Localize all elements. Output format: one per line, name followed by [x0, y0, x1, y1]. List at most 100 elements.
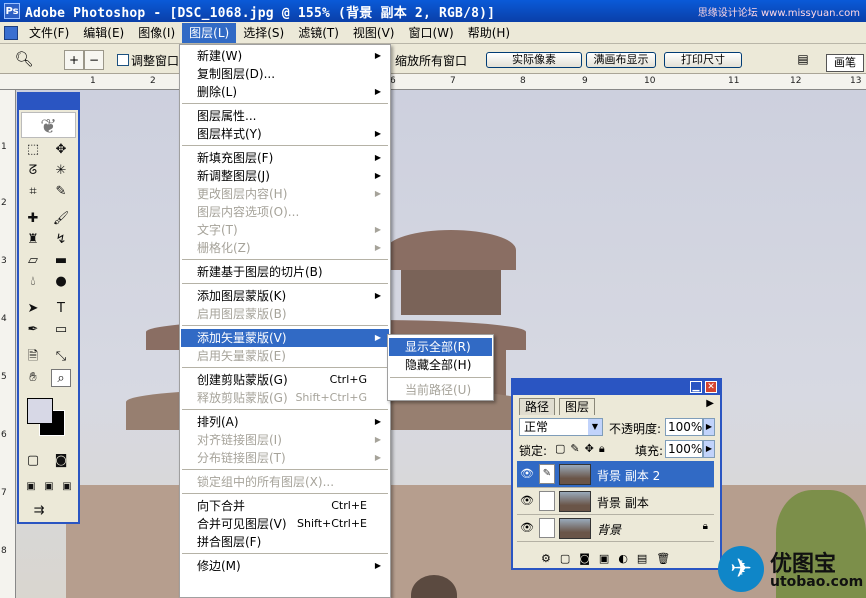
- fit-screen-button[interactable]: 满画布显示: [586, 52, 656, 68]
- eye-icon[interactable]: 👁︎: [520, 494, 534, 508]
- clone-stamp-icon[interactable]: ♜: [23, 231, 43, 249]
- layer-menu-item[interactable]: 释放剪贴蒙版(G) Shift+Ctrl+G: [181, 389, 389, 407]
- marquee-tool-icon[interactable]: ⬚: [23, 141, 43, 159]
- brush-icon[interactable]: ✎: [539, 464, 555, 484]
- layer-menu-item[interactable]: 删除(L) ▶: [181, 83, 389, 101]
- layers-panel-header[interactable]: ▁ ✕: [513, 380, 720, 395]
- resize-windows-checkbox[interactable]: [117, 54, 129, 66]
- dodge-tool-icon[interactable]: ●: [51, 273, 71, 291]
- menu-filter[interactable]: 滤镜(T): [291, 23, 346, 43]
- current-path-item[interactable]: 当前路径(U): [389, 381, 492, 399]
- slice-tool-icon[interactable]: ✎: [51, 183, 71, 201]
- eye-icon[interactable]: 👁︎: [520, 521, 534, 535]
- layer-menu-item[interactable]: 修边(M) ▶: [181, 557, 389, 575]
- standard-mode-icon[interactable]: ▢: [23, 452, 43, 470]
- crop-tool-icon[interactable]: ⌗: [23, 183, 43, 201]
- healing-brush-icon[interactable]: ✚: [23, 210, 43, 228]
- layer-menu-item[interactable]: 新调整图层(J) ▶: [181, 167, 389, 185]
- zoom-in-icon[interactable]: +: [64, 50, 84, 70]
- app-menu-icon[interactable]: [4, 25, 18, 40]
- type-tool-icon[interactable]: T: [51, 300, 71, 318]
- shape-tool-icon[interactable]: ▭: [51, 321, 71, 339]
- layer-menu-item[interactable]: 图层内容选项(O)...: [181, 203, 389, 221]
- layer-menu-item[interactable]: 栅格化(Z) ▶: [181, 239, 389, 257]
- menu-layer[interactable]: 图层(L): [182, 22, 237, 43]
- blur-tool-icon[interactable]: 💧︎: [23, 273, 43, 291]
- opacity-field[interactable]: 100%: [665, 418, 703, 436]
- magic-wand-icon[interactable]: ✳: [51, 162, 71, 180]
- layer-menu-item[interactable]: 排列(A) ▶: [181, 413, 389, 431]
- pen-tool-icon[interactable]: ✒: [23, 321, 43, 339]
- layer-row[interactable]: 👁︎ 背景 副本: [517, 488, 714, 515]
- menu-file[interactable]: 文件(F): [22, 23, 76, 43]
- reveal-all-item[interactable]: 显示全部(R): [389, 338, 492, 356]
- hide-all-item[interactable]: 隐藏全部(H): [389, 356, 492, 374]
- layer-menu-item[interactable]: 添加矢量蒙版(V) ▶: [181, 329, 389, 347]
- eraser-tool-icon[interactable]: ▱: [23, 252, 43, 270]
- path-select-icon[interactable]: ➤: [23, 300, 43, 318]
- layer-menu-item[interactable]: 新建基于图层的切片(B): [181, 263, 389, 281]
- link-slot[interactable]: [539, 491, 555, 511]
- history-brush-icon[interactable]: ↯: [51, 231, 71, 249]
- layer-menu-item[interactable]: 文字(T) ▶: [181, 221, 389, 239]
- actual-pixels-button[interactable]: 实际像素: [486, 52, 582, 68]
- layer-menu-item[interactable]: 拼合图层(F): [181, 533, 389, 551]
- palette-well-icon[interactable]: ▤: [793, 50, 813, 70]
- link-slot[interactable]: [539, 518, 555, 538]
- blend-mode-select[interactable]: 正常 ▼: [519, 418, 603, 436]
- lock-icons[interactable]: ▢✎✥🔒︎: [555, 442, 610, 456]
- notes-tool-icon[interactable]: 🗎︎: [23, 348, 43, 366]
- layer-menu-item[interactable]: 合并可见图层(V) Shift+Ctrl+E: [181, 515, 389, 533]
- layer-menu-item[interactable]: 添加图层蒙版(K) ▶: [181, 287, 389, 305]
- brush-tool-icon[interactable]: 🖌︎: [51, 210, 71, 228]
- layer-menu-item[interactable]: 新填充图层(F) ▶: [181, 149, 389, 167]
- menu-edit[interactable]: 编辑(E): [76, 23, 131, 43]
- tab-paths[interactable]: 路径: [519, 398, 556, 415]
- foreground-color-swatch-top[interactable]: [27, 398, 53, 424]
- tab-layers[interactable]: 图层: [559, 398, 596, 415]
- eyedropper-icon[interactable]: ⤡: [51, 348, 71, 366]
- jump-to-imageready-icon[interactable]: ⇉: [29, 502, 49, 520]
- zoom-out-icon[interactable]: −: [84, 50, 104, 70]
- layer-menu-item[interactable]: 创建剪贴蒙版(G) Ctrl+G: [181, 371, 389, 389]
- eye-icon[interactable]: 👁︎: [520, 467, 534, 481]
- hand-tool-icon[interactable]: ✋︎: [23, 369, 43, 387]
- screen-mode-full-icon[interactable]: ▣: [57, 478, 77, 496]
- menu-view[interactable]: 视图(V): [346, 23, 402, 43]
- layer-row[interactable]: 👁︎ 背景 🔒︎: [517, 515, 714, 542]
- layer-menu-item[interactable]: 对齐链接图层(I) ▶: [181, 431, 389, 449]
- layer-menu-item[interactable]: 图层样式(Y) ▶: [181, 125, 389, 143]
- minimize-icon[interactable]: ▁: [690, 381, 702, 393]
- menu-help[interactable]: 帮助(H): [461, 23, 517, 43]
- lasso-tool-icon[interactable]: ᘔ: [23, 162, 43, 180]
- zoom-tool-selected-icon[interactable]: ⌕: [51, 369, 71, 387]
- layer-menu-item[interactable]: 启用图层蒙版(B): [181, 305, 389, 323]
- gradient-tool-icon[interactable]: ▬: [51, 252, 71, 270]
- layer-menu-item[interactable]: 启用矢量蒙版(E): [181, 347, 389, 365]
- layer-menu-item[interactable]: 分布链接图层(T) ▶: [181, 449, 389, 467]
- opacity-slider-arrow-icon[interactable]: ▶: [703, 418, 715, 436]
- zoom-tool-icon[interactable]: 🔍︎: [14, 50, 34, 70]
- fill-slider-arrow-icon[interactable]: ▶: [703, 440, 715, 458]
- layer-menu-item[interactable]: 锁定组中的所有图层(X)...: [181, 473, 389, 491]
- move-tool-icon[interactable]: ✥: [51, 141, 71, 159]
- layer-menu-item[interactable]: 向下合并 Ctrl+E: [181, 497, 389, 515]
- menu-window[interactable]: 窗口(W): [401, 23, 460, 43]
- panel-menu-icon[interactable]: ▶: [706, 398, 714, 409]
- menu-select[interactable]: 选择(S): [236, 23, 291, 43]
- toolbox-header[interactable]: [19, 94, 78, 110]
- screen-mode-standard-icon[interactable]: ▣: [21, 478, 41, 496]
- layer-row[interactable]: 👁︎ ✎ 背景 副本 2: [517, 461, 714, 488]
- layer-menu-item[interactable]: 新建(W) ▶: [181, 47, 389, 65]
- screen-mode-full-menu-icon[interactable]: ▣: [39, 478, 59, 496]
- print-size-button[interactable]: 打印尺寸: [664, 52, 742, 68]
- menu-image[interactable]: 图像(I): [131, 23, 182, 43]
- fill-field[interactable]: 100%: [665, 440, 703, 458]
- layer-menu-item[interactable]: 更改图层内容(H) ▶: [181, 185, 389, 203]
- close-icon[interactable]: ✕: [705, 381, 717, 393]
- brushes-tab[interactable]: 画笔: [826, 54, 864, 72]
- layer-actions-bar[interactable]: ⚙▢◙▣◐▤🗑︎: [517, 552, 714, 568]
- layer-menu-item[interactable]: 图层属性...: [181, 107, 389, 125]
- quick-mask-icon[interactable]: ◙: [51, 452, 71, 470]
- layer-menu-item[interactable]: 复制图层(D)...: [181, 65, 389, 83]
